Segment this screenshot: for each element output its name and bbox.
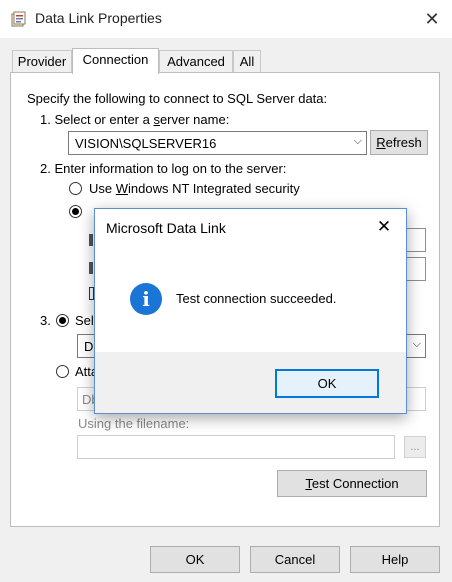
select-database-label: Sel [75,313,94,328]
dialog-close-icon[interactable]: ✕ [371,215,397,239]
refresh-button[interactable]: Refresh [370,130,428,155]
step3-label: 3. [40,313,51,328]
server-name-value: VISION\SQLSERVER16 [75,136,217,151]
info-icon: i [130,283,162,315]
message-dialog: Microsoft Data Link ✕ i Test connection … [94,208,407,414]
tab-provider[interactable]: Provider [12,50,72,72]
test-connection-button[interactable]: Test Connection [277,470,427,497]
step2-label: 2. Enter information to log on to the se… [40,161,287,176]
intro-label: Specify the following to connect to SQL … [27,91,328,106]
chevron-down-icon[interactable]: ⌵ [413,338,421,351]
partial-label [89,262,93,274]
window-title: Data Link Properties [35,10,162,26]
tab-advanced[interactable]: Advanced [159,50,233,72]
dialog-footer: OK [95,352,406,413]
browse-button[interactable]: ... [404,436,426,458]
radio-windows-auth[interactable] [69,182,82,195]
radio-attach-database[interactable] [56,365,69,378]
radio-specific-user[interactable] [69,205,82,218]
dialog-ok-button[interactable]: OK [275,369,379,398]
partial-label [89,234,93,246]
help-button[interactable]: Help [350,546,440,573]
chevron-down-icon[interactable]: ⌵ [354,135,362,148]
windows-auth-label: Use Windows NT Integrated security [89,181,300,196]
filename-label: Using the filename: [78,416,190,431]
data-link-icon [11,11,26,27]
tab-connection[interactable]: Connection [72,48,159,74]
radio-select-database[interactable] [56,314,69,327]
filename-field[interactable] [77,435,395,459]
cancel-button[interactable]: Cancel [250,546,340,573]
username-field[interactable] [405,228,426,252]
password-field[interactable] [405,257,426,281]
tab-all[interactable]: All [233,50,261,72]
ok-button[interactable]: OK [150,546,240,573]
server-name-combo[interactable]: VISION\SQLSERVER16 ⌵ [68,131,367,155]
dialog-title: Microsoft Data Link [106,220,226,236]
step1-label: 1. Select or enter a server name: [40,112,230,127]
dialog-message: Test connection succeeded. [176,291,337,306]
window-close-icon[interactable]: ✕ [418,6,446,32]
